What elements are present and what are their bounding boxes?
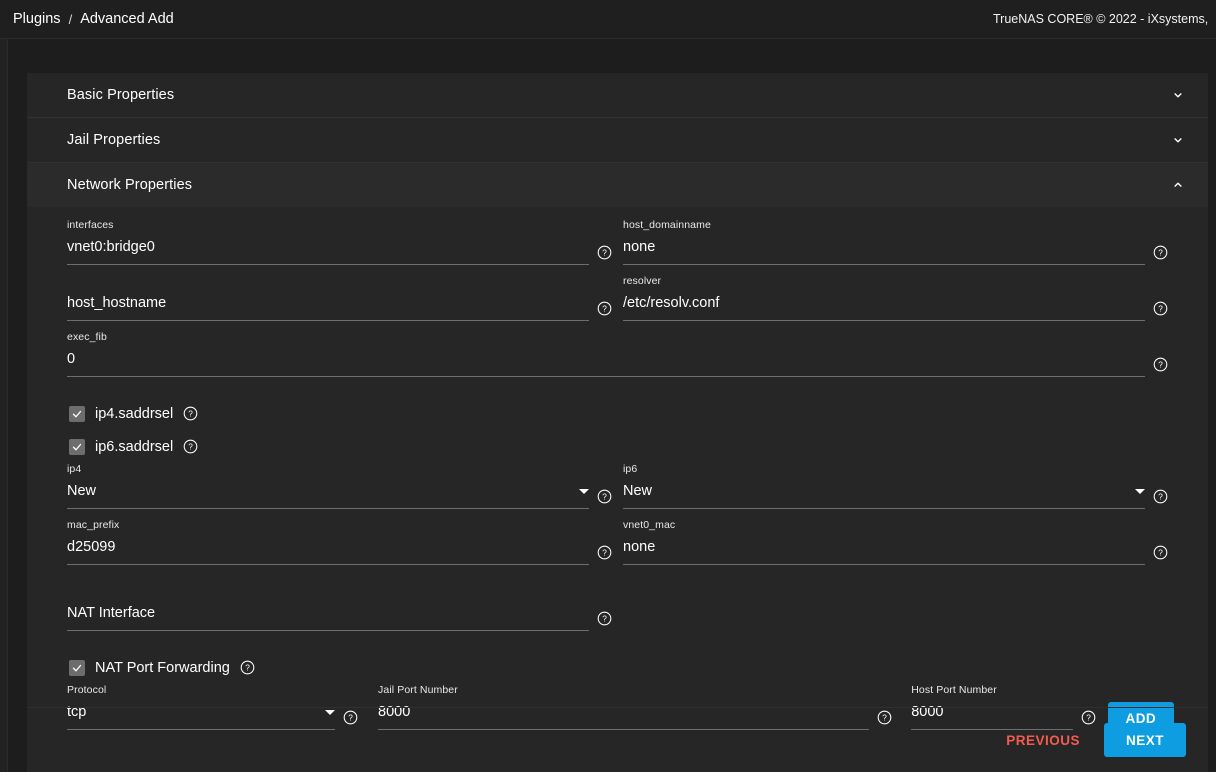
- help-icon[interactable]: ?: [183, 439, 198, 454]
- svg-text:?: ?: [602, 615, 607, 624]
- svg-text:?: ?: [245, 664, 250, 673]
- interfaces-label: interfaces: [67, 219, 114, 231]
- accordion-title-jail-properties: Jail Properties: [67, 132, 160, 148]
- ip4-saddrsel-row[interactable]: ip4.saddrsel ?: [69, 397, 1174, 430]
- svg-text:?: ?: [602, 305, 607, 314]
- mac-prefix-field[interactable]: mac_prefix d25099: [67, 519, 589, 575]
- previous-button[interactable]: PREVIOUS: [994, 725, 1092, 756]
- nat-interface-value[interactable]: NAT Interface: [67, 603, 589, 631]
- ip4-select[interactable]: New: [67, 481, 589, 509]
- help-icon[interactable]: ?: [1153, 489, 1168, 504]
- help-icon[interactable]: ?: [1153, 357, 1168, 372]
- svg-text:?: ?: [1158, 249, 1163, 258]
- ip6-select[interactable]: New: [623, 481, 1145, 509]
- form-row-hostname: host_hostname ? resolver /etc/resolv.con…: [67, 275, 1174, 331]
- help-icon[interactable]: ?: [597, 489, 612, 504]
- svg-text:?: ?: [602, 549, 607, 558]
- svg-text:?: ?: [188, 443, 193, 452]
- mac-prefix-label: mac_prefix: [67, 519, 119, 531]
- top-bar: Plugins / Advanced Add TrueNAS CORE® © 2…: [0, 0, 1216, 39]
- svg-text:?: ?: [1158, 549, 1163, 558]
- jail-port-label: Jail Port Number: [378, 684, 458, 696]
- svg-text:?: ?: [602, 249, 607, 258]
- resolver-label: resolver: [623, 275, 661, 287]
- host-domainname-label: host_domainname: [623, 219, 711, 231]
- exec-fib-label: exec_fib: [67, 331, 107, 343]
- network-properties-body: interfaces vnet0:bridge0 ? host_domainna…: [27, 207, 1208, 740]
- svg-text:?: ?: [1158, 305, 1163, 314]
- vnet0-mac-label: vnet0_mac: [623, 519, 675, 531]
- left-rail: [0, 39, 7, 772]
- help-icon[interactable]: ?: [597, 545, 612, 560]
- breadcrumb-item-advanced-add: Advanced Add: [80, 11, 174, 27]
- help-icon[interactable]: ?: [1153, 301, 1168, 316]
- breadcrumb-separator: /: [69, 12, 73, 27]
- help-icon[interactable]: ?: [597, 301, 612, 316]
- host-hostname-field[interactable]: host_hostname: [67, 275, 589, 331]
- help-icon[interactable]: ?: [183, 406, 198, 421]
- nat-port-forwarding-label: NAT Port Forwarding: [95, 660, 230, 676]
- form-row-exec-fib: exec_fib 0 ?: [67, 331, 1174, 387]
- resolver-value[interactable]: /etc/resolv.conf: [623, 293, 1145, 321]
- ip6-saddrsel-row[interactable]: ip6.saddrsel ?: [69, 430, 1174, 463]
- form-row-interfaces: interfaces vnet0:bridge0 ? host_domainna…: [67, 219, 1174, 275]
- accordion-title-network-properties: Network Properties: [67, 177, 192, 193]
- accordion-jail-properties[interactable]: Jail Properties: [27, 118, 1208, 162]
- host-domainname-field[interactable]: host_domainname none: [623, 219, 1145, 275]
- resolver-field[interactable]: resolver /etc/resolv.conf: [623, 275, 1145, 331]
- help-icon[interactable]: ?: [597, 245, 612, 260]
- ip6-label: ip6: [623, 463, 637, 475]
- ip6-field[interactable]: ip6 New: [623, 463, 1145, 519]
- protocol-label: Protocol: [67, 684, 106, 696]
- host-domainname-value[interactable]: none: [623, 237, 1145, 265]
- nat-interface-field[interactable]: NAT Interface: [67, 585, 589, 641]
- chevron-down-icon: [1170, 132, 1186, 148]
- chevron-down-icon: [1135, 489, 1145, 494]
- vnet0-mac-value[interactable]: none: [623, 537, 1145, 565]
- chevron-up-icon: [1170, 177, 1186, 193]
- ip4-label: ip4: [67, 463, 81, 475]
- ip4-saddrsel-label: ip4.saddrsel: [95, 406, 173, 422]
- vnet0-mac-field[interactable]: vnet0_mac none: [623, 519, 1145, 575]
- accordion-title-basic-properties: Basic Properties: [67, 87, 174, 103]
- nat-port-forwarding-checkbox[interactable]: [69, 660, 85, 676]
- help-icon[interactable]: ?: [240, 660, 255, 675]
- chevron-down-icon: [1170, 87, 1186, 103]
- form-row-nat-interface: NAT Interface ?: [67, 585, 1174, 641]
- breadcrumb-item-plugins[interactable]: Plugins: [13, 11, 61, 27]
- page-body: Basic Properties Jail Properties Network…: [8, 39, 1216, 772]
- accordion-network-properties[interactable]: Network Properties: [27, 163, 1208, 207]
- ip6-value: New: [623, 481, 652, 501]
- help-icon[interactable]: ?: [597, 611, 612, 626]
- ip4-value: New: [67, 481, 96, 501]
- svg-text:?: ?: [602, 493, 607, 502]
- nat-port-forwarding-row[interactable]: NAT Port Forwarding ?: [69, 651, 1174, 684]
- wizard-footer: PREVIOUS NEXT: [27, 708, 1208, 772]
- ip6-saddrsel-checkbox[interactable]: [69, 439, 85, 455]
- ip4-field[interactable]: ip4 New: [67, 463, 589, 519]
- svg-text:?: ?: [1158, 493, 1163, 502]
- help-icon[interactable]: ?: [1153, 245, 1168, 260]
- svg-text:?: ?: [1158, 361, 1163, 370]
- exec-fib-field[interactable]: exec_fib 0: [67, 331, 1145, 387]
- svg-text:?: ?: [188, 410, 193, 419]
- exec-fib-value[interactable]: 0: [67, 349, 1145, 377]
- ip6-saddrsel-label: ip6.saddrsel: [95, 439, 173, 455]
- form-row-ip: ip4 New ? ip6 New: [67, 463, 1174, 519]
- copyright-text: TrueNAS CORE® © 2022 - iXsystems,: [993, 12, 1208, 26]
- host-port-label: Host Port Number: [911, 684, 997, 696]
- next-button[interactable]: NEXT: [1104, 723, 1186, 757]
- interfaces-field[interactable]: interfaces vnet0:bridge0: [67, 219, 589, 275]
- breadcrumb: Plugins / Advanced Add: [13, 11, 174, 27]
- interfaces-value[interactable]: vnet0:bridge0: [67, 237, 589, 265]
- mac-prefix-value[interactable]: d25099: [67, 537, 589, 565]
- host-hostname-value[interactable]: host_hostname: [67, 293, 589, 321]
- accordion-basic-properties[interactable]: Basic Properties: [27, 73, 1208, 117]
- advanced-add-card: Basic Properties Jail Properties Network…: [27, 73, 1208, 772]
- chevron-down-icon: [579, 489, 589, 494]
- ip4-saddrsel-checkbox[interactable]: [69, 406, 85, 422]
- form-row-mac: mac_prefix d25099 ? vnet0_mac none ?: [67, 519, 1174, 575]
- help-icon[interactable]: ?: [1153, 545, 1168, 560]
